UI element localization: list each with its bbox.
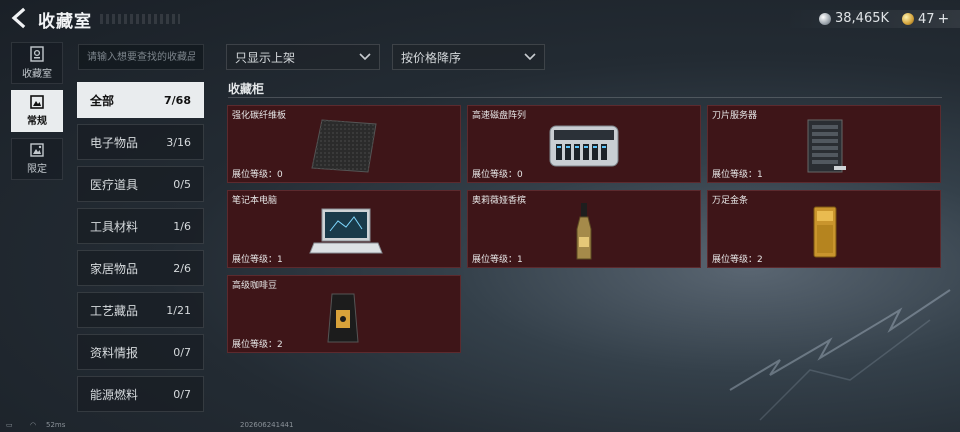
coffee-bean-bag-icon xyxy=(327,293,359,343)
item-display-level: 展位等级：2 xyxy=(232,340,283,350)
item-name: 强化碳纤维板 xyxy=(232,111,287,121)
item-name: 笔记本电脑 xyxy=(232,196,278,206)
collection-room-icon xyxy=(30,46,44,62)
category-label: 工艺藏品 xyxy=(90,303,139,318)
section-divider xyxy=(228,97,942,98)
champagne-bottle-icon xyxy=(576,203,592,260)
shelf-filter-value: 只显示上架 xyxy=(235,50,296,65)
sort-dropdown[interactable]: 按价格降序 xyxy=(392,44,545,70)
category-all[interactable]: 全部 7/68 xyxy=(77,82,204,118)
item-display-level: 展位等级：1 xyxy=(232,255,283,265)
nav-tab-label: 常规 xyxy=(27,116,47,127)
nav-tab-label: 收藏室 xyxy=(22,69,52,80)
item-card-blade-server[interactable]: 刀片服务器 展位等级：1 xyxy=(707,105,941,183)
item-card-champagne[interactable]: 奥莉薇娅香槟 展位等级：1 xyxy=(467,190,701,268)
category-label: 能源燃料 xyxy=(90,387,139,402)
build-number: 20260624144​1 xyxy=(240,421,294,429)
item-name: 刀片服务器 xyxy=(712,111,758,121)
item-name: 万足金条 xyxy=(712,196,749,206)
category-label: 全部 xyxy=(90,93,115,108)
gold-currency[interactable]: 47 + xyxy=(902,11,949,27)
back-arrow-icon[interactable] xyxy=(8,6,32,30)
silver-coin-icon xyxy=(819,12,831,25)
category-label: 家居物品 xyxy=(90,261,139,276)
category-count: 0/5 xyxy=(173,177,191,191)
item-display-level: 展位等级：2 xyxy=(712,255,763,265)
category-count: 1/6 xyxy=(173,219,191,233)
category-count: 0/7 xyxy=(173,387,191,401)
category-label: 医疗道具 xyxy=(90,177,139,192)
silver-amount: 38,465K xyxy=(835,11,890,26)
silver-currency[interactable]: 38,465K xyxy=(819,11,889,26)
category-crafts[interactable]: 工艺藏品 1/21 xyxy=(77,292,204,328)
nav-tab-regular[interactable]: 常规 xyxy=(11,90,63,132)
battery-icon: ▭ xyxy=(6,421,13,429)
category-medical[interactable]: 医疗道具 0/5 xyxy=(77,166,204,202)
item-card-gold-bar[interactable]: 万足金条 展位等级：2 xyxy=(707,190,941,268)
gold-bar-icon xyxy=(813,206,837,258)
item-display-level: 展位等级：1 xyxy=(472,255,523,265)
category-count: 0/7 xyxy=(173,345,191,359)
category-label: 电子物品 xyxy=(90,135,139,150)
item-name: 奥莉薇娅香槟 xyxy=(472,196,527,206)
item-card-coffee-beans[interactable]: 高级咖啡豆 展位等级：2 xyxy=(227,275,461,353)
chevron-down-icon xyxy=(524,53,536,61)
blade-server-icon xyxy=(807,119,846,173)
gold-plus-icon[interactable]: + xyxy=(938,11,950,27)
top-bar: 收藏室 38,465K 47 + xyxy=(0,0,960,36)
category-label: 资料情报 xyxy=(90,345,139,360)
picture-frame-icon xyxy=(30,95,44,109)
nav-tab-limited[interactable]: 限定 xyxy=(11,138,63,180)
disk-array-icon xyxy=(549,125,619,167)
category-label: 工具材料 xyxy=(90,219,139,234)
item-name: 高级咖啡豆 xyxy=(232,281,278,291)
category-tools[interactable]: 工具材料 1/6 xyxy=(77,208,204,244)
shelf-filter-dropdown[interactable]: 只显示上架 xyxy=(226,44,380,70)
category-energy[interactable]: 能源燃料 0/7 xyxy=(77,376,204,412)
gold-amount: 47 xyxy=(918,11,935,27)
wifi-icon: ◠ xyxy=(30,421,37,429)
title-decoration xyxy=(100,14,180,24)
gold-coin-icon xyxy=(902,13,914,25)
category-intel[interactable]: 资料情报 0/7 xyxy=(77,334,204,370)
status-footer: ▭ ◠ 52ms 20260624144​1 xyxy=(0,420,960,432)
chevron-down-icon xyxy=(359,53,371,61)
category-count: 1/21 xyxy=(166,303,191,317)
item-card-laptop[interactable]: 笔记本电脑 展位等级：1 xyxy=(227,190,461,268)
sort-value: 按价格降序 xyxy=(401,50,462,65)
item-display-level: 展位等级：0 xyxy=(472,170,523,180)
nav-tab-collection-room[interactable]: 收藏室 xyxy=(11,42,63,84)
category-count: 3/16 xyxy=(166,135,191,149)
section-title: 收藏柜 xyxy=(228,82,265,96)
item-card-disk-array[interactable]: 高速磁盘阵列 展位等级：0 xyxy=(467,105,701,183)
item-name: 高速磁盘阵列 xyxy=(472,111,527,121)
category-household[interactable]: 家居物品 2/6 xyxy=(77,250,204,286)
laptop-icon xyxy=(309,208,383,254)
carbon-fiber-plate-icon xyxy=(311,119,377,173)
background-lightning xyxy=(729,289,951,421)
limited-frame-icon xyxy=(30,143,44,157)
category-electronics[interactable]: 电子物品 3/16 xyxy=(77,124,204,160)
collection-search-input[interactable] xyxy=(78,44,204,70)
category-count: 2/6 xyxy=(173,261,191,275)
item-card-carbon-fiber-plate[interactable]: 强化碳纤维板 展位等级：0 xyxy=(227,105,461,183)
item-display-level: 展位等级：1 xyxy=(712,170,763,180)
item-display-level: 展位等级：0 xyxy=(232,170,283,180)
ping-value: 52ms xyxy=(46,421,66,429)
category-count: 7/68 xyxy=(164,93,191,107)
page-title: 收藏室 xyxy=(38,12,92,32)
nav-tab-label: 限定 xyxy=(27,164,47,175)
